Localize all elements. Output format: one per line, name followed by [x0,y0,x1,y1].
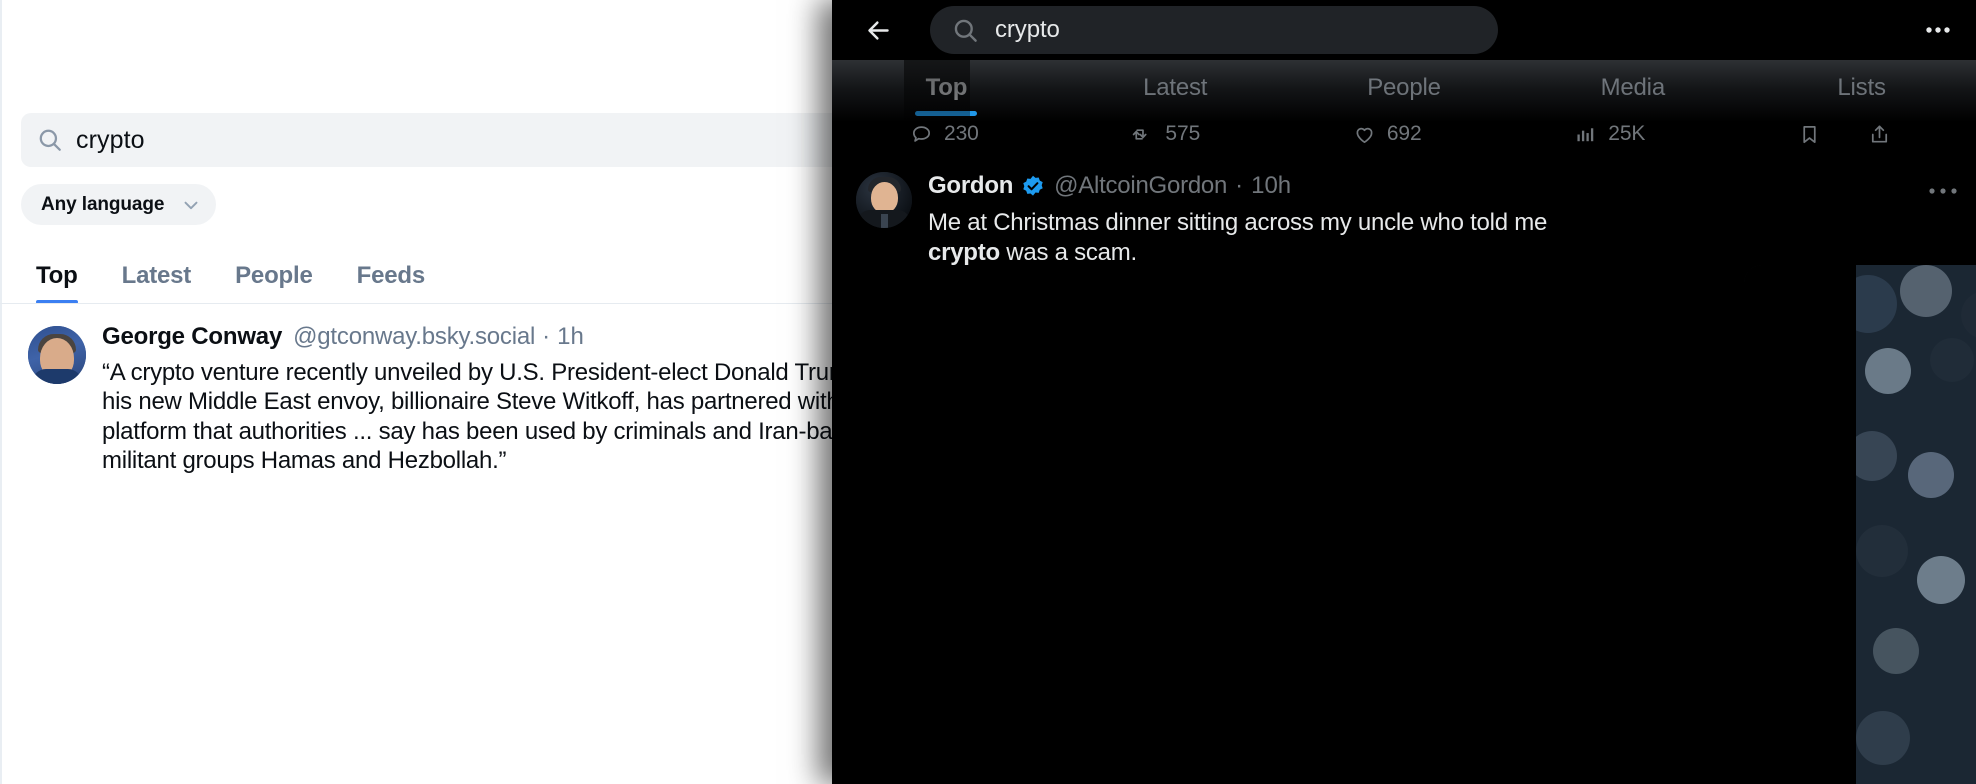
x-search-input[interactable]: crypto [930,6,1498,54]
reply-icon [912,125,931,142]
x-tab-people-label: People [1367,74,1441,101]
avatar[interactable] [28,326,86,384]
x-topbar: crypto [832,0,1976,60]
media-letterbox-left [1744,265,1856,784]
crowd-background [1856,265,1976,784]
search-icon [39,129,61,151]
like-count: 692 [1386,122,1422,145]
tab-latest[interactable]: Latest [100,248,214,304]
tab-top-label: Top [36,262,78,289]
tab-people[interactable]: People [213,248,335,304]
views-icon [1577,127,1594,141]
avatar-tie [881,214,888,228]
x-post-author-handle[interactable]: @AltcoinGordon [1054,172,1227,201]
x-post-text-highlight: crypto [928,238,1000,266]
bookmark-icon [1803,125,1816,143]
repost-button[interactable]: 575 [1131,122,1200,146]
verified-badge-icon [1023,176,1043,196]
avatar[interactable] [856,172,912,228]
tab-people-label: People [235,262,313,289]
x-post-more-button[interactable] [1928,172,1958,200]
x-tab-lists[interactable]: Lists [1747,60,1976,116]
x-search-tabs: Top Latest People Media Lists [832,60,1976,116]
x-post-text: Me at Christmas dinner sitting across my… [928,208,1588,268]
tab-top[interactable]: Top [18,248,100,304]
x-search-input-value: crypto [995,16,1060,43]
bookmark-button[interactable] [1798,123,1832,146]
chevron-down-icon [184,201,198,209]
share-icon [1871,124,1888,143]
x-post-header: Gordon @AltcoinGordon · 10h [928,172,1958,201]
post-timestamp[interactable]: 1h [557,322,584,352]
post-engagement-bar: 230 575 692 25K [832,116,1976,152]
reply-button[interactable]: 230 [910,122,979,146]
repost-icon [1133,128,1147,140]
x-tab-top-label: Top [925,74,968,101]
x-tab-latest-label: Latest [1143,74,1208,101]
share-button[interactable] [1868,123,1902,146]
more-options-button[interactable] [1910,2,1966,58]
x-post-body: Gordon @AltcoinGordon · 10h Me at Christ… [928,172,1958,268]
like-icon [1356,127,1373,143]
back-button[interactable] [854,6,902,54]
avatar-shirt [32,369,82,384]
tab-latest-label: Latest [121,262,192,289]
ellipsis-horizontal-icon [1926,27,1950,33]
x-post-media[interactable] [1744,265,1976,784]
language-filter-dropdown[interactable]: Any language [21,184,217,225]
x-tab-top[interactable]: Top [832,60,1061,116]
like-button[interactable]: 692 [1353,122,1422,146]
language-filter-label: Any language [41,193,165,215]
x-tab-latest[interactable]: Latest [1061,60,1290,116]
post-author-name[interactable]: George Conway [102,322,282,352]
x-post-timestamp[interactable]: 10h [1251,172,1291,201]
x-post-author-name[interactable]: Gordon [928,172,1013,201]
tab-feeds[interactable]: Feeds [335,248,447,304]
ellipsis-horizontal-icon [1929,188,1957,194]
x-post-text-after: was a scam. [999,238,1137,266]
media-thumbnail[interactable] [1856,265,1976,784]
search-input-value: crypto [76,125,145,154]
x-post-text-before: Me at Christmas dinner sitting across my… [928,208,1548,236]
avatar-face [871,182,898,213]
x-tab-lists-label: Lists [1837,74,1886,101]
search-icon [954,19,977,42]
x-tab-media[interactable]: Media [1518,60,1747,116]
tab-feeds-label: Feeds [356,262,426,289]
post-author-handle[interactable]: @gtconway.bsky.social [293,322,535,352]
views-button[interactable]: 25K [1574,122,1645,146]
x-post-separator: · [1235,172,1244,199]
views-count: 25K [1608,122,1646,145]
arrow-left-icon [867,20,889,40]
post-separator: · [542,323,551,350]
x-search-window: crypto Top Latest People Media Lists 230… [832,0,1976,784]
x-post-item[interactable]: Gordon @AltcoinGordon · 10h Me at Christ… [832,160,1976,268]
post-text: “A crypto venture recently unveiled by U… [102,359,930,474]
x-tab-media-label: Media [1600,74,1666,101]
repost-count: 575 [1165,122,1201,145]
x-tab-people[interactable]: People [1290,60,1519,116]
reply-count: 230 [944,122,979,145]
foreground-person [1968,400,1976,784]
